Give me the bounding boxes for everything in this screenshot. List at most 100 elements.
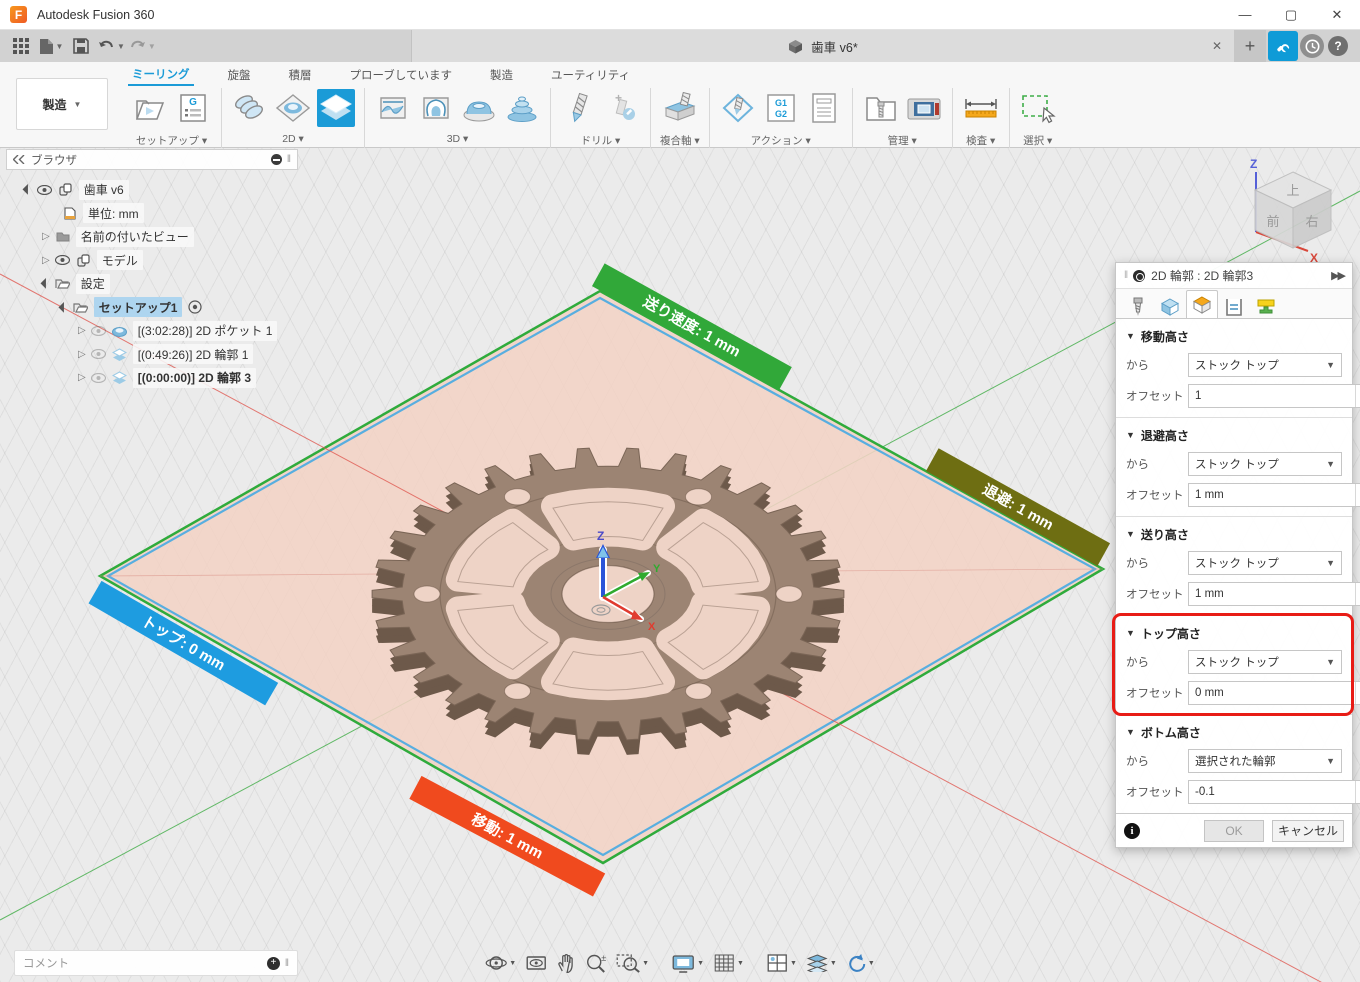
panel-resize-handle[interactable]: ‖ xyxy=(287,154,291,165)
feed-offset-input[interactable] xyxy=(1189,583,1355,605)
3d-parallel-icon[interactable] xyxy=(460,89,498,127)
tab-probing[interactable]: プローブしています xyxy=(346,65,456,85)
document-tab[interactable]: 歯車 v6* ✕ xyxy=(411,30,1234,62)
tab-utilities[interactable]: ユーティリティ xyxy=(547,65,634,85)
undo-icon[interactable]: ▼ xyxy=(98,33,125,59)
view-cube[interactable]: 上 前 右 Z X xyxy=(1250,157,1331,265)
clearance-offset-input[interactable] xyxy=(1189,385,1355,407)
collapsed-icon[interactable]: ▷ xyxy=(42,255,50,266)
collapse-panel-icon[interactable] xyxy=(13,155,25,164)
dialog-header[interactable]: ‖ 2D 輪郭 : 2D 輪郭3 ▶▶ xyxy=(1116,263,1352,289)
spinner-buttons[interactable]: ▲▼ xyxy=(1355,583,1360,605)
select-icon[interactable] xyxy=(1019,89,1057,127)
workspace-selector[interactable]: 製造▼ xyxy=(16,78,108,130)
eye-icon[interactable] xyxy=(37,185,53,195)
new-hole-icon[interactable]: + xyxy=(603,89,641,127)
minimize-button[interactable]: — xyxy=(1222,0,1268,29)
tab-geometry[interactable] xyxy=(1154,294,1186,318)
group-drill-label[interactable]: ドリル ▾ xyxy=(581,133,621,148)
group-multiaxis-label[interactable]: 複合軸 ▾ xyxy=(660,133,700,148)
close-button[interactable]: ✕ xyxy=(1314,0,1360,29)
3d-adaptive-icon[interactable] xyxy=(374,89,412,127)
orbit-button[interactable]: ▼ xyxy=(482,951,519,975)
job-history-button[interactable] xyxy=(1300,34,1324,58)
top-offset-input[interactable] xyxy=(1189,682,1355,704)
tool-library-icon[interactable] xyxy=(862,89,900,127)
simulate-icon[interactable] xyxy=(719,89,757,127)
save-icon[interactable] xyxy=(68,33,94,59)
redo-icon[interactable]: ▼ xyxy=(129,33,156,59)
feed-from-select[interactable]: ストック トップ▼ xyxy=(1188,551,1342,575)
group-actions-label[interactable]: アクション ▾ xyxy=(751,133,811,148)
2d-contour-icon[interactable] xyxy=(317,89,355,127)
spinner-buttons[interactable]: ▲▼ xyxy=(1355,682,1360,704)
visual-style-button[interactable]: ▼ xyxy=(803,952,840,974)
group-inspect-label[interactable]: 検査 ▾ xyxy=(966,133,995,148)
3d-pocket-icon[interactable] xyxy=(417,89,455,127)
viewcube-right-label[interactable]: 右 xyxy=(1305,214,1318,229)
bottom-from-select[interactable]: 選択された輪郭▼ xyxy=(1188,749,1342,773)
expand-icon[interactable]: ◣ xyxy=(57,301,70,314)
close-tab-icon[interactable]: ✕ xyxy=(1212,39,1222,53)
comment-bar[interactable]: コメント + ‖ xyxy=(14,950,298,976)
clearance-from-select[interactable]: ストック トップ▼ xyxy=(1188,353,1342,377)
tab-turning[interactable]: 旋盤 xyxy=(224,65,255,85)
viewcube-front-label[interactable]: 前 xyxy=(1266,214,1279,229)
job-status-button[interactable] xyxy=(1268,31,1298,61)
comment-add-icon[interactable]: + xyxy=(267,957,280,970)
file-menu-icon[interactable]: ▼ xyxy=(38,33,64,59)
section-header[interactable]: ▼ボトム高さ xyxy=(1126,722,1342,742)
cancel-button[interactable]: キャンセル xyxy=(1272,820,1344,842)
setup-gcode-icon[interactable]: G xyxy=(174,89,212,127)
group-select-label[interactable]: 選択 ▾ xyxy=(1023,133,1052,148)
viewports-button[interactable]: ▼ xyxy=(763,951,800,975)
spinner-buttons[interactable]: ▲▼ xyxy=(1355,484,1360,506)
ok-button[interactable]: OK xyxy=(1204,820,1264,842)
viewcube-top-label[interactable]: 上 xyxy=(1286,183,1299,198)
tab-passes[interactable] xyxy=(1218,294,1250,318)
tree-item-units[interactable]: 単位: mm xyxy=(6,202,298,226)
new-tab-button[interactable]: + xyxy=(1234,30,1266,62)
tree-item-2d-contour1[interactable]: ▷ [(0:49:26)] 2D 輪郭 1 xyxy=(6,343,298,367)
tab-fabrication[interactable]: 製造 xyxy=(486,65,517,85)
panel-options-icon[interactable] xyxy=(271,154,282,165)
section-header[interactable]: ▼退避高さ xyxy=(1126,425,1342,445)
tree-item-root[interactable]: ◣ 歯車 v6 xyxy=(6,178,298,202)
machine-library-icon[interactable] xyxy=(905,89,943,127)
tree-item-setup1[interactable]: ◣ セットアップ1 xyxy=(6,296,298,320)
app-grid-icon[interactable] xyxy=(8,33,34,59)
setup-sheet-icon[interactable] xyxy=(805,89,843,127)
group-setup-label[interactable]: セットアップ ▾ xyxy=(136,133,207,148)
pan-button[interactable] xyxy=(553,951,579,975)
dialog-expand-icon[interactable]: ▶▶ xyxy=(1331,269,1344,282)
eye-icon[interactable] xyxy=(55,255,71,265)
tree-item-model[interactable]: ▷ モデル xyxy=(6,249,298,273)
help-button[interactable]: ? xyxy=(1328,36,1348,56)
bottom-offset-input[interactable] xyxy=(1189,781,1355,803)
drill-icon[interactable] xyxy=(560,89,598,127)
new-setup-icon[interactable] xyxy=(131,89,169,127)
activate-icon[interactable] xyxy=(187,300,203,314)
tab-heights[interactable] xyxy=(1186,290,1218,318)
comment-resize-handle[interactable]: ‖ xyxy=(285,958,289,969)
tab-linking[interactable] xyxy=(1250,294,1282,318)
tree-item-2d-pocket1[interactable]: ▷ [(3:02:28)] 2D ポケット 1 xyxy=(6,319,298,343)
eye-disabled-icon[interactable] xyxy=(91,326,107,336)
section-header[interactable]: ▼移動高さ xyxy=(1126,326,1342,346)
zoom-button[interactable]: ± xyxy=(582,951,610,975)
multi-axis-icon[interactable] xyxy=(661,89,699,127)
display-settings-button[interactable]: ▼ xyxy=(668,951,707,975)
refresh-button[interactable]: ▼ xyxy=(843,951,878,975)
look-at-button[interactable] xyxy=(522,951,550,975)
2d-pocket-icon[interactable] xyxy=(274,89,312,127)
collapsed-icon[interactable]: ▷ xyxy=(78,349,86,360)
group-3d-label[interactable]: 3D ▾ xyxy=(447,133,469,145)
retract-offset-input[interactable] xyxy=(1189,484,1355,506)
collapsed-icon[interactable]: ▷ xyxy=(42,231,50,242)
tab-milling[interactable]: ミーリング xyxy=(128,64,194,86)
measure-icon[interactable] xyxy=(962,89,1000,127)
maximize-button[interactable]: ▢ xyxy=(1268,0,1314,29)
tree-item-named-views[interactable]: ▷ 名前の付いたビュー xyxy=(6,225,298,249)
viewport-canvas[interactable]: 送り速度: 1 mm 退避: 1 mm トップ: 0 mm 移動: 1 mm xyxy=(0,148,1360,982)
eye-disabled-icon[interactable] xyxy=(91,349,107,359)
